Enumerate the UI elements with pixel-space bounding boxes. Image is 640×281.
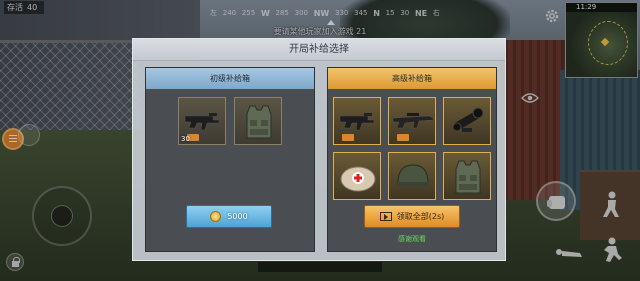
item-slot-vest[interactable] [443,152,491,200]
claim-all-label: 领取全部(2s) [396,212,445,221]
helmet-icon [397,164,429,186]
item-quantity: 30 [181,135,190,143]
basic-crate-title: 初级补给箱 [146,68,314,89]
supply-selection-dialog: 开局补给选择 初级补给箱 30 5000 高级补给箱 领取全部(2s) 感谢观看 [132,38,506,261]
premium-supply-crate[interactable]: 高级补给箱 领取全部(2s) 感谢观看 [327,67,497,252]
item-slot-smg[interactable] [333,97,381,145]
item-slot-scope[interactable] [443,97,491,145]
claim-all-button[interactable]: 领取全部(2s) [364,205,460,228]
item-slot-vest[interactable] [234,97,282,145]
buy-with-coins-button[interactable]: 5000 [186,205,272,228]
item-slot-rifle[interactable] [388,97,436,145]
vest-icon [455,160,481,194]
thanks-for-watching-text: 感谢观看 [398,235,426,243]
item-slot-smg[interactable]: 30 [178,97,226,145]
ammo-icon [397,134,409,141]
dialog-title: 开局补给选择 [133,39,505,61]
coin-price: 5000 [227,212,248,221]
vest-icon [246,105,272,139]
scope-icon [452,107,484,132]
basic-supply-crate[interactable]: 初级补给箱 30 5000 [145,67,315,252]
item-slot-helmet[interactable] [388,152,436,200]
premium-crate-title: 高级补给箱 [328,68,496,89]
first-aid-kit-icon [340,166,376,192]
coin-icon [210,211,222,222]
ammo-icon [342,134,354,141]
item-slot-first-aid[interactable] [333,152,381,200]
video-icon [379,212,392,221]
